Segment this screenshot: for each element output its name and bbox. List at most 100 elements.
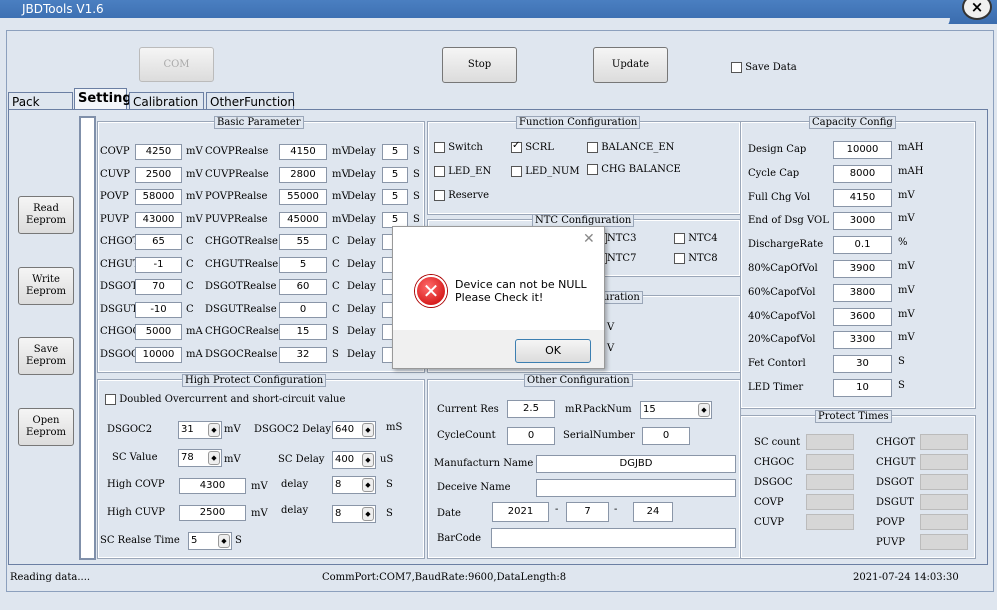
- param-input[interactable]: 65: [135, 234, 182, 250]
- capacity-input[interactable]: 10: [833, 379, 892, 397]
- realse-input[interactable]: 55000: [279, 189, 327, 205]
- tab-setting[interactable]: Setting: [74, 88, 132, 110]
- doubled-checkbox[interactable]: Doubled Overcurrent and short-circuit va…: [105, 394, 345, 405]
- date-day-input[interactable]: 24: [633, 502, 673, 522]
- save-data-checkbox[interactable]: Save Data: [731, 62, 797, 73]
- param-input[interactable]: 2500: [135, 166, 182, 183]
- ntc8-checkbox[interactable]: NTC8: [674, 253, 718, 264]
- sc-value-select[interactable]: 78 ◆: [178, 449, 222, 467]
- param-input[interactable]: -1: [135, 256, 182, 273]
- capacity-input[interactable]: 3300: [833, 331, 892, 350]
- dialog-close-icon[interactable]: ✕: [583, 231, 595, 247]
- chg-balance-check[interactable]: [587, 164, 598, 175]
- write-eeprom-button[interactable]: Write Eeprom: [18, 267, 74, 305]
- barcode-input[interactable]: [491, 528, 736, 548]
- tab-pack-info[interactable]: Pack INFO: [8, 92, 73, 123]
- com-button[interactable]: COM: [139, 47, 214, 82]
- switch-check[interactable]: [434, 142, 445, 153]
- param-input[interactable]: -10: [135, 301, 182, 318]
- update-button[interactable]: Update: [593, 47, 668, 83]
- high-cuvp-delay-select[interactable]: 8 ◆: [332, 505, 376, 523]
- stop-button[interactable]: Stop: [442, 47, 517, 83]
- tab-other-function[interactable]: OtherFunction: [206, 92, 295, 110]
- capacity-input[interactable]: 3800: [833, 283, 892, 302]
- realse-input[interactable]: 32: [279, 346, 327, 363]
- led-en-checkbox[interactable]: LED_EN: [434, 166, 491, 177]
- manufacturer-input[interactable]: DGJBD: [536, 455, 736, 473]
- param-input[interactable]: 43000: [135, 211, 182, 228]
- param-input[interactable]: 4250: [135, 144, 182, 160]
- param-unit: mV: [186, 168, 203, 180]
- param-input[interactable]: 5000: [135, 324, 182, 340]
- realse-input[interactable]: 5: [279, 256, 327, 273]
- save-eeprom-button[interactable]: Save Eeprom: [18, 337, 74, 375]
- ntc4-checkbox[interactable]: NTC4: [674, 233, 718, 244]
- switch-checkbox[interactable]: Switch: [434, 142, 483, 153]
- read-eeprom-button[interactable]: Read Eeprom: [18, 196, 74, 234]
- realse-input[interactable]: 55: [279, 234, 327, 250]
- high-covp-label: High COVP: [107, 479, 165, 490]
- capacity-label: 60%CapofVol: [748, 286, 816, 298]
- high-covp-delay-select[interactable]: 8 ◆: [332, 476, 376, 494]
- realse-input[interactable]: 0: [279, 301, 327, 318]
- delay-input[interactable]: 5: [382, 166, 408, 183]
- tab-calibration[interactable]: Calibration: [129, 92, 204, 110]
- high-covp-input[interactable]: 4300: [179, 478, 246, 494]
- capacity-input[interactable]: 3000: [833, 212, 892, 231]
- scrl-check[interactable]: [511, 140, 522, 153]
- realse-input[interactable]: 15: [279, 324, 327, 340]
- scrl-checkbox[interactable]: SCRL: [511, 140, 554, 153]
- led-num-checkbox[interactable]: LED_NUM: [511, 166, 580, 177]
- cyclecount-input[interactable]: 0: [507, 427, 555, 445]
- sc-delay-select[interactable]: 400 ◆: [332, 451, 376, 469]
- ntc8-check[interactable]: [674, 253, 685, 264]
- realse-input[interactable]: 45000: [279, 211, 327, 228]
- protect-count-value: [920, 434, 968, 450]
- reserve-check[interactable]: [434, 190, 445, 201]
- high-cuvp-delay-value: 8: [335, 508, 342, 519]
- dialog-footer: OK: [393, 330, 604, 368]
- capacity-input[interactable]: 4150: [833, 188, 892, 207]
- realse-input[interactable]: 60: [279, 279, 327, 295]
- capacity-input[interactable]: 3900: [833, 260, 892, 278]
- high-cuvp-input[interactable]: 2500: [179, 505, 246, 521]
- sc-delay-label: SC Delay: [278, 454, 325, 465]
- capacity-input[interactable]: 3600: [833, 307, 892, 326]
- param-input[interactable]: 58000: [135, 189, 182, 205]
- led-en-check[interactable]: [434, 166, 445, 177]
- capacity-input[interactable]: 30: [833, 355, 892, 374]
- chg-balance-checkbox[interactable]: CHG BALANCE: [587, 164, 681, 175]
- title-bar-cap: [0, 18, 950, 30]
- reserve-checkbox[interactable]: Reserve: [434, 190, 489, 201]
- sc-realse-time-select[interactable]: 5 ◆: [188, 532, 232, 550]
- dsgoc2-delay-select[interactable]: 640 ◆: [332, 421, 376, 439]
- capacity-unit: mAH: [898, 142, 924, 153]
- date-month-input[interactable]: 7: [566, 502, 609, 522]
- ok-button[interactable]: OK: [515, 339, 591, 363]
- dsgoc2-select[interactable]: 31 ◆: [178, 421, 222, 439]
- ntc4-check[interactable]: [674, 233, 685, 244]
- led-num-check[interactable]: [511, 166, 522, 177]
- param-input[interactable]: 10000: [135, 346, 182, 363]
- device-name-input[interactable]: [536, 479, 736, 497]
- delay-input[interactable]: 5: [382, 189, 408, 205]
- sc-unit: mV: [224, 454, 241, 465]
- balance-en-check[interactable]: [587, 142, 598, 153]
- spin-arrow-icon: ◆: [362, 507, 374, 521]
- protect-count-value: [920, 474, 968, 490]
- delay-input[interactable]: 5: [382, 144, 408, 160]
- realse-input[interactable]: 4150: [279, 144, 327, 160]
- doubled-check[interactable]: [105, 394, 116, 405]
- current-res-input[interactable]: 2.5: [507, 400, 555, 418]
- packnum-select[interactable]: 15 ◆: [640, 401, 712, 419]
- save-data-check[interactable]: [731, 62, 742, 73]
- open-eeprom-button[interactable]: Open Eeprom: [18, 408, 74, 446]
- capacity-input[interactable]: 10000: [833, 141, 892, 159]
- capacity-input[interactable]: 8000: [833, 164, 892, 183]
- balance-en-checkbox[interactable]: BALANCE_EN: [587, 142, 674, 153]
- date-year-input[interactable]: 2021: [492, 502, 549, 522]
- capacity-input[interactable]: 0.1: [833, 236, 892, 255]
- realse-input[interactable]: 2800: [279, 166, 327, 183]
- serialnumber-input[interactable]: 0: [642, 427, 690, 445]
- param-input[interactable]: 70: [135, 279, 182, 295]
